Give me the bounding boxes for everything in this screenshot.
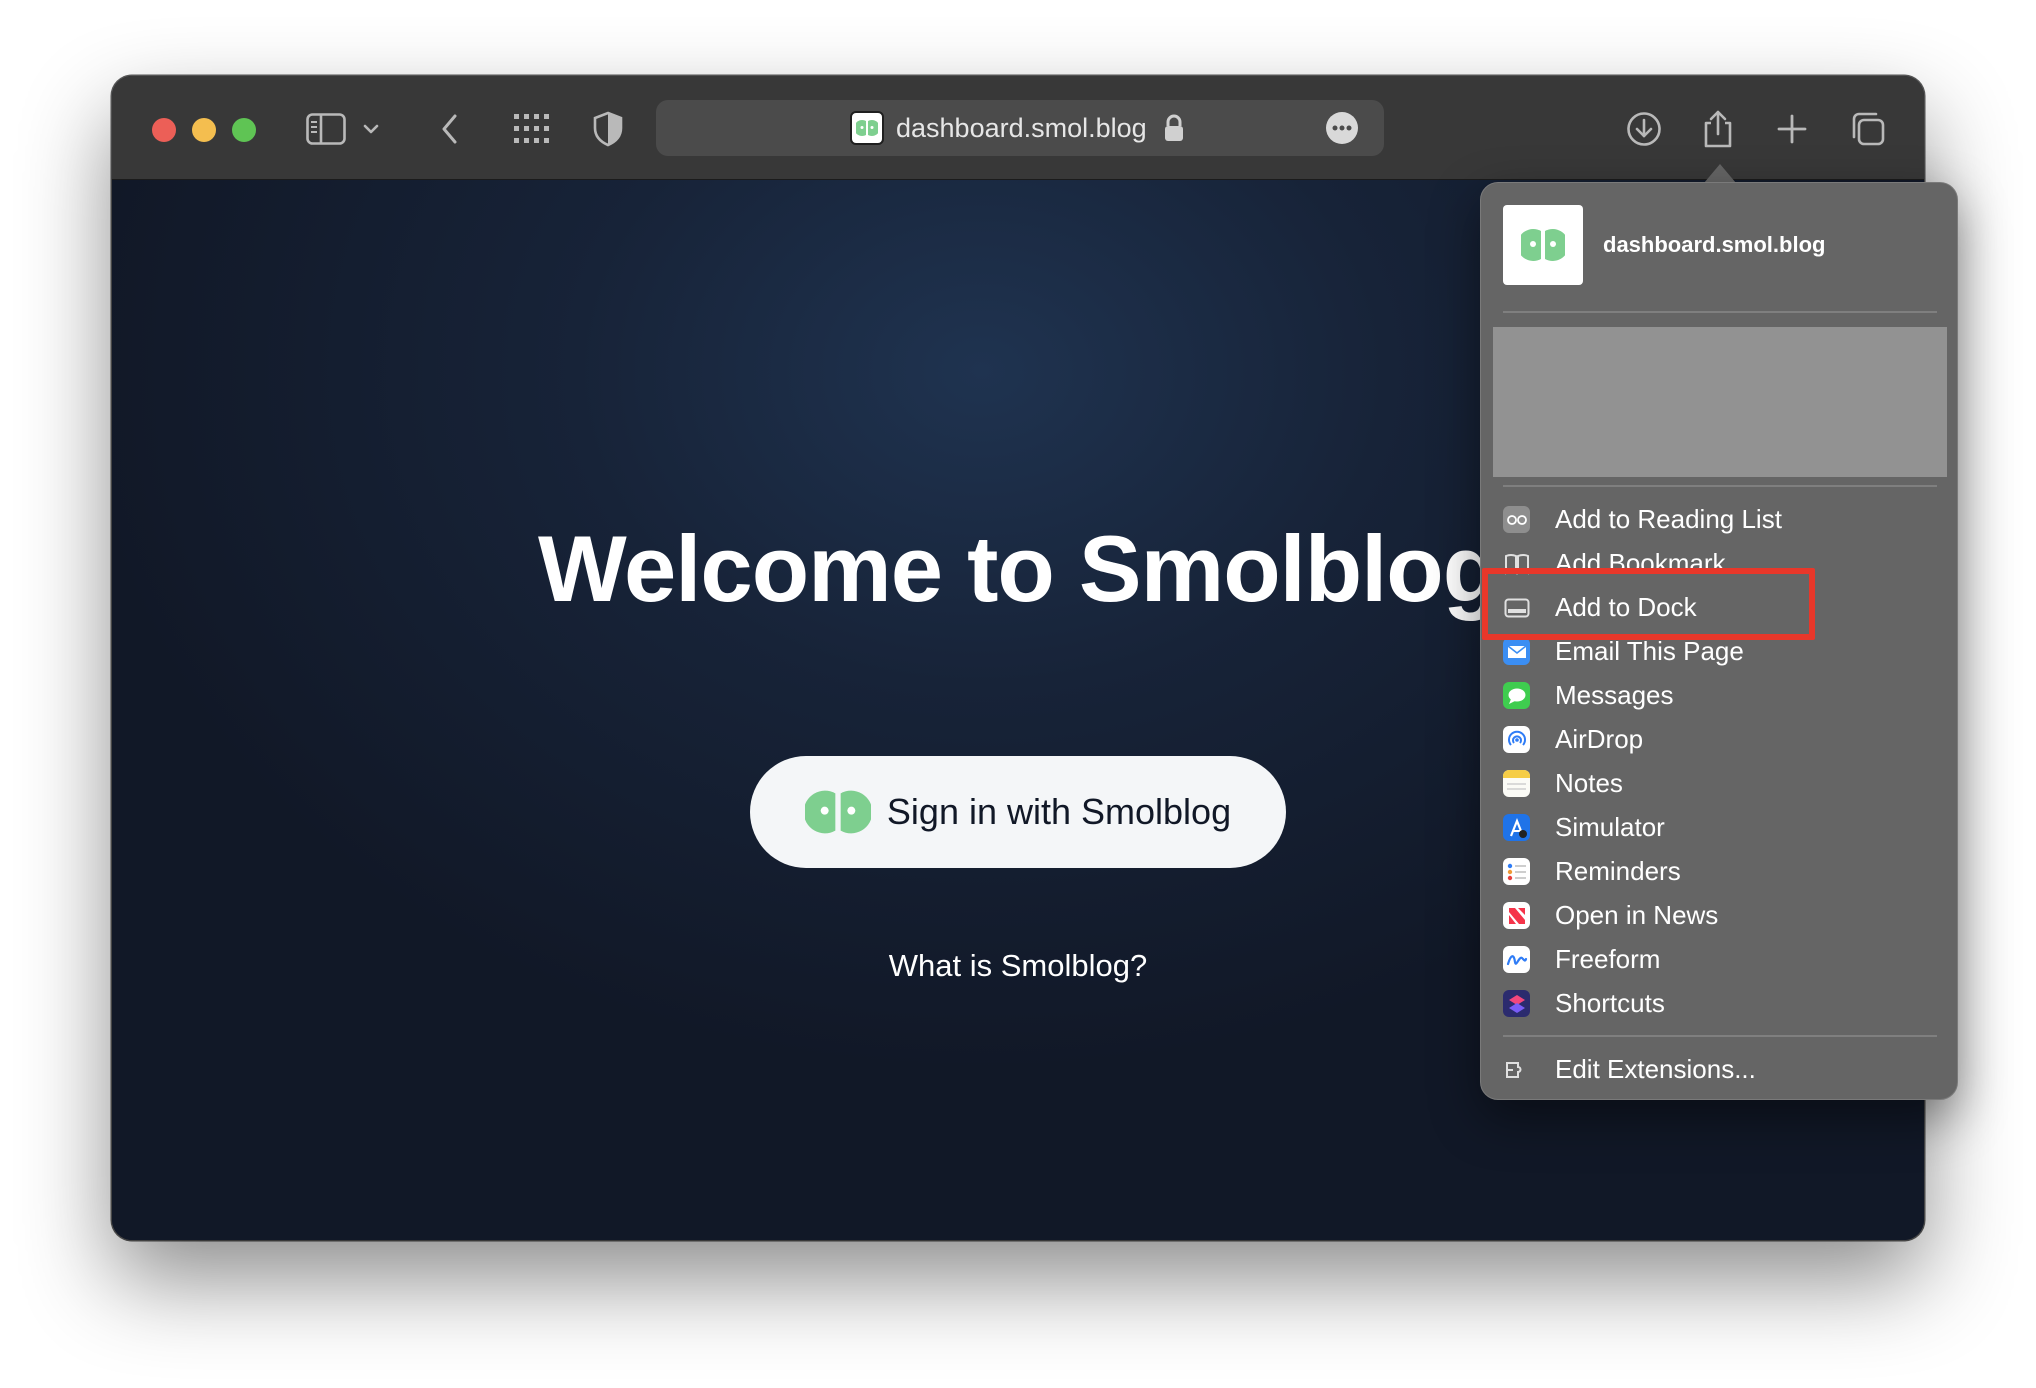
site-favicon-icon [850,111,884,145]
share-menu-site: dashboard.smol.blog [1603,232,1826,257]
menu-item-add-to-reading-list[interactable]: Add to Reading List [1481,497,1957,541]
grid-icon[interactable] [506,104,558,154]
menu-item-label: Add to Reading List [1555,504,1782,534]
back-arrow-icon[interactable] [424,104,476,154]
menu-item-reminders[interactable]: Reminders [1481,849,1957,893]
menu-item-label: Reminders [1555,856,1681,886]
address-bar[interactable]: dashboard.smol.blog [656,100,1384,156]
menu-item-label: Shortcuts [1555,988,1665,1018]
url-text[interactable]: dashboard.smol.blog [896,113,1147,143]
freeform-icon [1503,946,1530,973]
menu-item-add-bookmark[interactable]: Add Bookmark [1481,541,1957,575]
divider [1503,485,1937,487]
divider [1503,1035,1937,1037]
menu-item-shortcuts[interactable]: Shortcuts [1481,981,1957,1025]
sidebar-toggle-icon[interactable] [300,104,352,154]
menu-item-label: AirDrop [1555,724,1644,754]
menu-item-airdrop[interactable]: AirDrop [1481,717,1957,761]
page-title: Welcome to Smolblog [538,516,1500,621]
messages-icon [1503,682,1530,709]
menu-item-open-in-news[interactable]: Open in News [1481,893,1957,937]
zoom-window-button[interactable] [232,118,256,142]
new-tab-plus-icon[interactable] [1766,104,1818,154]
mail-icon [1503,638,1530,665]
extensions-icon [1503,1056,1530,1083]
close-window-button[interactable] [152,118,176,142]
menu-item-email-this-page[interactable]: Email This Page [1481,629,1957,673]
sign-in-label: Sign in with Smolblog [886,791,1232,832]
menu-item-label: Freeform [1555,944,1661,974]
airdrop-icon [1503,726,1530,753]
reminders-icon [1503,858,1530,885]
more-options-icon[interactable] [1326,112,1358,144]
lock-icon [1164,114,1184,147]
menu-item-label: Messages [1555,680,1674,710]
shield-icon[interactable] [582,104,634,154]
browser-toolbar: dashboard.smol.blog [112,76,1924,180]
share-menu-header: dashboard.smol.blog [1503,205,1825,285]
menu-item-label: Add to Dock [1555,592,1697,622]
share-menu: dashboard.smol.blog Add to Reading List … [1480,182,1958,1100]
menu-item-label: Add Bookmark [1555,548,1726,575]
menu-item-label: Open in News [1555,900,1719,930]
menu-item-label: Simulator [1555,812,1665,842]
chevron-down-icon[interactable] [356,104,386,154]
menu-item-freeform[interactable]: Freeform [1481,937,1957,981]
site-thumbnail-icon [1503,205,1583,285]
smolblog-logo-icon [804,788,871,836]
page-preview [1493,327,1947,477]
sign-in-button[interactable]: Sign in with Smolblog [750,756,1286,868]
tab-overview-icon[interactable] [1842,104,1894,154]
menu-item-edit-extensions[interactable]: Edit Extensions... [1481,1047,1957,1091]
menu-item-label: Email This Page [1555,636,1744,666]
menu-item-add-to-dock[interactable]: Add to Dock [1481,585,1957,629]
bookmark-icon [1503,550,1530,575]
notes-icon [1503,770,1530,797]
menu-item-label: Notes [1555,768,1623,798]
divider [1503,311,1937,313]
menu-item-label: Edit Extensions... [1555,1054,1756,1084]
menu-item-simulator[interactable]: Simulator [1481,805,1957,849]
dock-icon [1503,594,1530,621]
simulator-icon [1503,814,1530,841]
shortcuts-icon [1503,990,1530,1017]
share-menu-arrow [1704,164,1736,183]
share-icon[interactable] [1692,104,1744,154]
minimize-window-button[interactable] [192,118,216,142]
menu-item-notes[interactable]: Notes [1481,761,1957,805]
menu-item-messages[interactable]: Messages [1481,673,1957,717]
reading-list-icon [1503,506,1530,533]
download-icon[interactable] [1618,104,1670,154]
news-icon [1503,902,1530,929]
